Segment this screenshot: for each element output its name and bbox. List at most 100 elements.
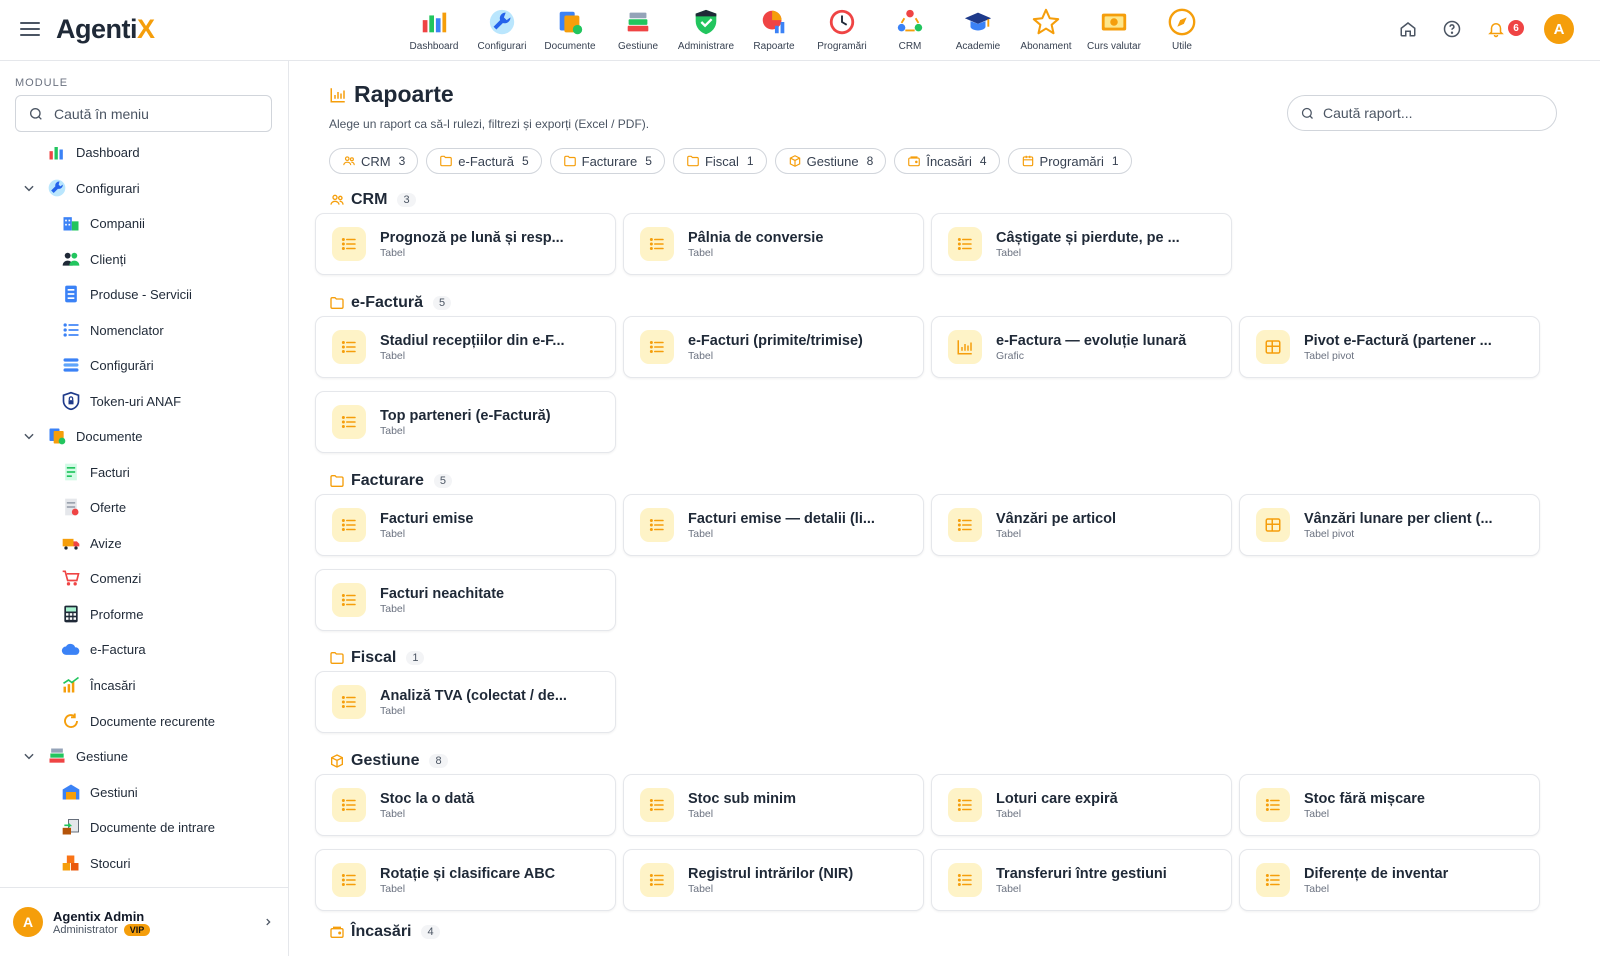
report-card[interactable]: Vânzări pe articol Tabel: [931, 494, 1232, 556]
chip-fiscal[interactable]: Fiscal 1: [672, 148, 767, 174]
report-card[interactable]: Diferențe de inventar Tabel: [1239, 849, 1540, 911]
sidebar-item-label: Stocuri: [90, 855, 131, 871]
report-card[interactable]: Stoc la o dată Tabel: [315, 774, 616, 836]
star-icon: [1030, 6, 1062, 38]
sidebar-item-token-uri-anaf[interactable]: Token-uri ANAF: [60, 389, 181, 413]
report-search-input[interactable]: [1323, 105, 1543, 121]
sidebar-item-nomenclator[interactable]: Nomenclator: [60, 318, 164, 342]
sidebar-item-avize[interactable]: Avize: [60, 531, 122, 555]
user-avatar: A: [13, 907, 43, 937]
report-title: Loturi care expiră: [996, 790, 1118, 807]
topnav-label: Curs valutar: [1087, 41, 1141, 52]
sidebar-item-label: Token-uri ANAF: [90, 393, 182, 409]
list-icon: [332, 863, 366, 897]
sidebar-item-documente-recurente[interactable]: Documente recurente: [60, 709, 215, 733]
list-icon: [332, 227, 366, 261]
report-card[interactable]: Stadiul recepțiilor din e-F... Tabel: [315, 316, 616, 378]
folder-icon: [329, 295, 345, 311]
topnav-item-crm[interactable]: CRM: [876, 6, 944, 52]
sidebar-item-gestiuni[interactable]: Gestiuni: [60, 780, 138, 804]
report-card[interactable]: Facturi emise Tabel: [315, 494, 616, 556]
sidebar-item-companii[interactable]: Companii: [60, 211, 145, 235]
report-type: Tabel: [996, 527, 1022, 540]
topnav-item-rapoarte[interactable]: Rapoarte: [740, 6, 808, 52]
sidebar-item-gestiune[interactable]: Gestiune: [22, 744, 128, 768]
help-icon[interactable]: [1442, 19, 1462, 39]
sidebar-item-dashboard[interactable]: Dashboard: [46, 140, 140, 164]
topnav-label: CRM: [898, 41, 922, 52]
report-card[interactable]: Transferuri între gestiuni Tabel: [931, 849, 1232, 911]
report-card[interactable]: Câștigate și pierdute, pe ... Tabel: [931, 213, 1232, 275]
sidebar-item-documente[interactable]: Documente: [22, 424, 142, 448]
hamburger-menu-icon[interactable]: [20, 20, 40, 38]
report-title: e-Factura — evoluție lunară: [996, 332, 1187, 349]
sidebar-item-configurari[interactable]: Configurari: [22, 176, 140, 200]
chip-program-ri[interactable]: Programări 1: [1007, 148, 1132, 174]
sidebar-item-e-factura[interactable]: e-Factura: [60, 637, 146, 661]
report-title: Stoc sub minim: [688, 790, 796, 807]
report-card[interactable]: Pivot e-Factură (partener ... Tabel pivot: [1239, 316, 1540, 378]
chevron-down-icon[interactable]: [22, 749, 36, 763]
sidebar-item-comenzi[interactable]: Comenzi: [60, 566, 141, 590]
report-card[interactable]: Vânzări lunare per client (... Tabel pivo…: [1239, 494, 1540, 556]
report-card[interactable]: Top parteneri (e-Factură) Tabel: [315, 391, 616, 453]
shield-lock-icon: [60, 390, 82, 412]
chip-crm[interactable]: CRM 3: [329, 148, 419, 174]
folder-icon: [329, 650, 345, 666]
report-card[interactable]: Pâlnia de conversie Tabel: [623, 213, 924, 275]
sidebar-item-configur-ri[interactable]: Configurări: [60, 353, 154, 377]
chevron-down-icon[interactable]: [22, 429, 36, 443]
sidebar-search-input[interactable]: [54, 105, 254, 122]
report-card[interactable]: e-Factura — evoluție lunară Grafic: [931, 316, 1232, 378]
sidebar-item--ncas-ri[interactable]: Încasări: [60, 673, 136, 697]
sidebar-item-facturi[interactable]: Facturi: [60, 460, 130, 484]
chip-gestiune[interactable]: Gestiune 8: [774, 148, 887, 174]
sidebar-item-stocuri[interactable]: Stocuri: [60, 851, 130, 875]
report-card[interactable]: Facturi emise — detalii (li... Tabel: [623, 494, 924, 556]
topnav-label: Academie: [955, 41, 1001, 52]
topnav-item-gestiune[interactable]: Gestiune: [604, 6, 672, 52]
chevron-down-icon[interactable]: [22, 181, 36, 195]
app-logo[interactable]: AgentiX: [56, 14, 155, 45]
sidebar-item-label: Clienți: [90, 251, 127, 267]
topnav-item-administrare[interactable]: Administrare: [672, 6, 740, 52]
chip-e-factur-[interactable]: e-Factură 5: [426, 148, 542, 174]
report-card[interactable]: Analiză TVA (colectat / de... Tabel: [315, 671, 616, 733]
sidebar-item-produse-servicii[interactable]: Produse - Servicii: [60, 282, 192, 306]
sidebar-item-clien-i[interactable]: Clienți: [60, 247, 126, 271]
user-profile[interactable]: A Agentix Admin Administrator VIP: [0, 887, 289, 956]
report-card[interactable]: Registrul intrărilor (NIR) Tabel: [623, 849, 924, 911]
report-card[interactable]: Facturi neachitate Tabel: [315, 569, 616, 631]
chip-facturare[interactable]: Facturare 5: [549, 148, 665, 174]
sidebar-item-documente-de-intrare[interactable]: Documente de intrare: [60, 815, 215, 839]
search-icon: [1301, 107, 1313, 119]
report-card[interactable]: Stoc sub minim Tabel: [623, 774, 924, 836]
box-icon: [329, 753, 345, 769]
report-type: Tabel: [688, 807, 714, 820]
report-card[interactable]: Rotație și clasificare ABC Tabel: [315, 849, 616, 911]
topnav-item-academie[interactable]: Academie: [944, 6, 1012, 52]
report-pie-icon: [758, 6, 790, 38]
report-title: Stoc fără mișcare: [1304, 790, 1425, 807]
chevron-right-icon[interactable]: [263, 917, 273, 927]
notifications-bell-icon[interactable]: 6: [1486, 19, 1524, 39]
chip--ncas-ri[interactable]: Încasări 4: [894, 148, 1000, 174]
topnav-item-abonament[interactable]: Abonament: [1012, 6, 1080, 52]
topnav-item-configurari[interactable]: Configurari: [468, 6, 536, 52]
topnav-item-curs-valutar[interactable]: Curs valutar: [1080, 6, 1148, 52]
sidebar-item-proforme[interactable]: Proforme: [60, 602, 143, 626]
topnav-item-dashboard[interactable]: Dashboard: [400, 6, 468, 52]
home-icon[interactable]: [1398, 19, 1418, 39]
report-card[interactable]: Loturi care expiră Tabel: [931, 774, 1232, 836]
section-title: Facturare: [351, 472, 424, 489]
sidebar-item-oferte[interactable]: Oferte: [60, 495, 126, 519]
folder-icon: [686, 154, 705, 168]
report-card[interactable]: e-Facturi (primite/trimise) Tabel: [623, 316, 924, 378]
user-avatar[interactable]: A: [1544, 14, 1574, 44]
list-icon: [640, 508, 674, 542]
report-card[interactable]: Prognoză pe lună și resp... Tabel: [315, 213, 616, 275]
report-card[interactable]: Stoc fără mișcare Tabel: [1239, 774, 1540, 836]
topnav-item-utile[interactable]: Utile: [1148, 6, 1216, 52]
topnav-item-documente[interactable]: Documente: [536, 6, 604, 52]
topnav-item-program-ri[interactable]: Programări: [808, 6, 876, 52]
